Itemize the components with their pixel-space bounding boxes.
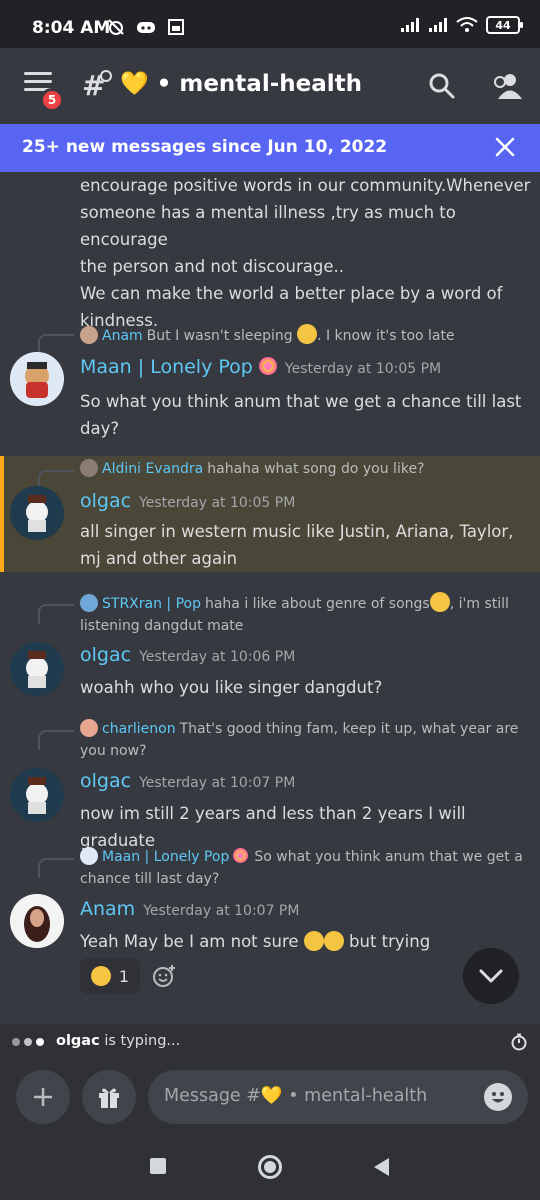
plus-icon xyxy=(34,1088,52,1106)
search-icon[interactable] xyxy=(428,72,456,100)
new-messages-bar[interactable]: 25+ new messages since Jun 10, 2022 xyxy=(0,124,540,172)
status-bar: 8:04 AM 44 xyxy=(0,0,540,48)
reply-author: STRXran | Pop xyxy=(102,596,201,612)
message-body: Yeah May be I am not sure but trying xyxy=(80,931,431,951)
message-list[interactable]: encourage positive words in our communit… xyxy=(0,172,540,1022)
avatar[interactable] xyxy=(10,642,64,696)
reply-connector xyxy=(38,858,74,878)
reply-connector xyxy=(38,604,74,624)
status-icons-left xyxy=(106,18,186,36)
status-icons-right: 44 xyxy=(400,16,523,34)
channel-header: 5 # 💛 • mental-health xyxy=(0,48,540,124)
home-button[interactable] xyxy=(258,1155,282,1179)
signal-icon xyxy=(401,18,419,32)
avatar[interactable] xyxy=(10,894,64,948)
slowmode-timer-icon[interactable] xyxy=(510,1033,528,1051)
message-composer: Message #💛 • mental-health xyxy=(0,1060,540,1130)
typing-dots-icon xyxy=(12,1038,44,1046)
message-author[interactable]: olgac Yesterday at 10:05 PM xyxy=(80,490,295,512)
grin-emoji-icon xyxy=(297,324,318,344)
reply-preview[interactable]: charlienon That's good thing fam, keep it… xyxy=(80,718,525,762)
menu-badge: 5 xyxy=(40,88,64,112)
reply-preview[interactable]: Anam But I wasn't sleeping . I know it's … xyxy=(80,324,525,347)
message-item-highlighted[interactable]: Aldini Evandra hahaha what song do you li… xyxy=(0,456,540,572)
reply-avatar xyxy=(80,847,98,865)
lollipop-icon xyxy=(233,848,249,863)
channel-title: 💛 • mental-health xyxy=(120,70,362,97)
partial-message-body: encourage positive words in our communit… xyxy=(80,176,531,330)
message-timestamp: Yesterday at 10:05 PM xyxy=(284,361,442,377)
reply-connector xyxy=(38,334,74,354)
avatar[interactable] xyxy=(10,768,64,822)
message-body: So what you think anum that we get a cha… xyxy=(80,392,522,438)
message-timestamp: Yesterday at 10:06 PM xyxy=(139,649,296,665)
reaction-chip[interactable]: 1 xyxy=(80,958,140,994)
signal-icon-2 xyxy=(429,18,447,32)
laughing-emoji-icon xyxy=(429,592,450,612)
threads-icon: # xyxy=(82,69,112,102)
discord-icon xyxy=(136,18,156,36)
add-reaction-icon[interactable] xyxy=(152,964,176,988)
back-button[interactable] xyxy=(374,1158,389,1176)
reply-avatar xyxy=(80,719,98,737)
alarm-off-icon xyxy=(106,18,126,36)
wifi-icon xyxy=(456,17,478,32)
message-author[interactable]: Anam Yesterday at 10:07 PM xyxy=(80,898,299,920)
reaction-count: 1 xyxy=(118,966,130,986)
lollipop-icon xyxy=(258,357,277,375)
typing-indicator: olgac is typing... xyxy=(0,1024,540,1060)
message-body: woahh who you like singer dangdut? xyxy=(80,678,383,697)
reply-preview[interactable]: Maan | Lonely Pop So what you think anum … xyxy=(80,846,525,890)
chevron-down-icon xyxy=(479,969,503,983)
emoji-picker-icon[interactable] xyxy=(484,1083,512,1111)
message-input[interactable]: Message #💛 • mental-health xyxy=(148,1070,528,1124)
message-item[interactable]: Maan | Lonely Pop So what you think anum … xyxy=(0,844,540,1004)
message-author[interactable]: olgac Yesterday at 10:07 PM xyxy=(80,770,295,792)
status-time: 8:04 AM xyxy=(32,18,111,38)
reply-author: charlienon xyxy=(102,721,176,737)
message-item[interactable]: Anam But I wasn't sleeping . I know it's … xyxy=(0,320,540,450)
gift-icon xyxy=(99,1088,119,1108)
message-body: all singer in western music like Justin,… xyxy=(80,522,514,568)
jump-to-bottom-button[interactable] xyxy=(463,948,519,1004)
reply-author: Aldini Evandra xyxy=(102,461,204,477)
message-author[interactable]: olgac Yesterday at 10:06 PM xyxy=(80,644,295,666)
message-item[interactable]: STRXran | Pop haha i like about genre of … xyxy=(0,590,540,700)
message-timestamp: Yesterday at 10:07 PM xyxy=(139,775,296,791)
crying-emoji-icon xyxy=(90,966,111,986)
recents-button[interactable] xyxy=(150,1158,166,1174)
reply-avatar xyxy=(80,594,98,612)
message-author[interactable]: Maan | Lonely Pop Yesterday at 10:05 PM xyxy=(80,356,441,378)
avatar[interactable] xyxy=(10,486,64,540)
reply-preview[interactable]: STRXran | Pop haha i like about genre of … xyxy=(80,592,525,637)
reply-author: Anam xyxy=(102,328,143,344)
message-item[interactable]: charlienon That's good thing fam, keep it… xyxy=(0,716,540,850)
reply-author: Maan | Lonely Pop xyxy=(102,849,230,865)
reply-connector xyxy=(38,730,74,750)
members-icon[interactable] xyxy=(490,72,522,100)
close-icon[interactable] xyxy=(494,136,516,158)
yellow-heart-icon: 💛 xyxy=(120,71,149,97)
channel-name: • mental-health xyxy=(156,71,362,97)
smile-emoji-icon xyxy=(303,931,324,951)
reply-avatar xyxy=(80,459,98,477)
channel-header-bar: 5 # 💛 • mental-health xyxy=(0,48,540,124)
attach-button[interactable] xyxy=(16,1070,70,1124)
rolling-eyes-emoji-icon xyxy=(323,931,344,951)
message-input-placeholder: Message #💛 • mental-health xyxy=(164,1086,428,1106)
gift-button[interactable] xyxy=(82,1070,136,1124)
message-timestamp: Yesterday at 10:07 PM xyxy=(143,903,300,919)
typing-text: olgac is typing... xyxy=(56,1033,181,1049)
battery-indicator: 44 xyxy=(486,16,523,34)
message-timestamp: Yesterday at 10:05 PM xyxy=(139,495,296,511)
gallery-icon xyxy=(166,18,186,36)
new-messages-text: 25+ new messages since Jun 10, 2022 xyxy=(22,137,388,157)
reply-avatar xyxy=(80,326,98,344)
system-nav-bar xyxy=(0,1130,540,1200)
avatar[interactable] xyxy=(10,352,64,406)
reply-preview[interactable]: Aldini Evandra hahaha what song do you li… xyxy=(80,458,525,480)
